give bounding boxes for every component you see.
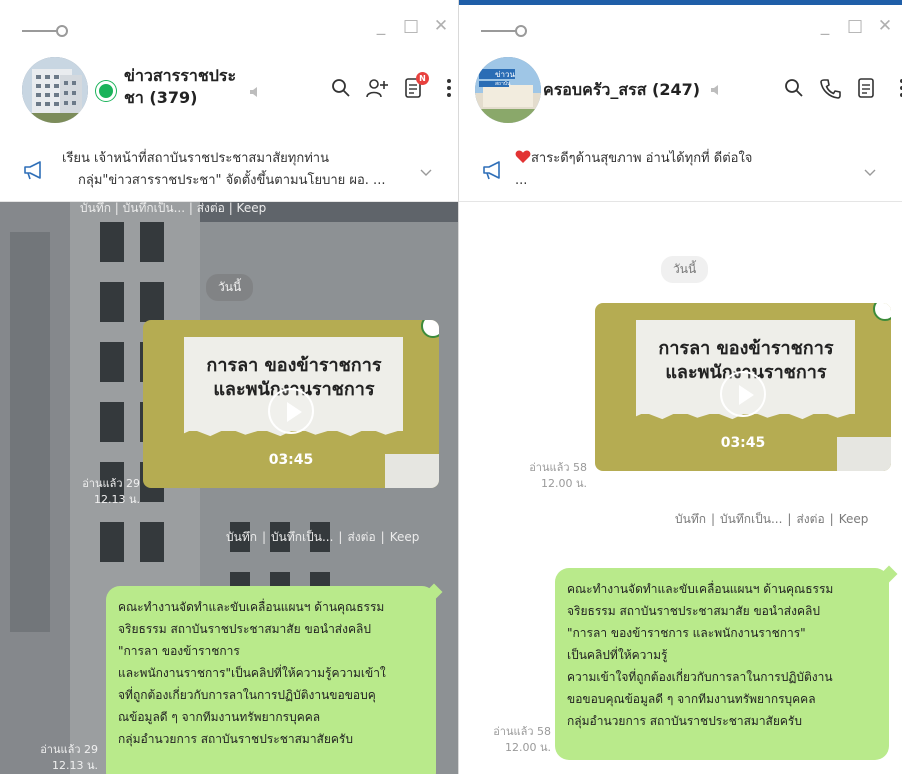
title-bar: _ □ ✕	[0, 5, 458, 51]
chat-header: ข่าวน สถาบัน ครอบครัว_สรส (247)	[459, 51, 902, 135]
slider-icon[interactable]	[22, 25, 70, 37]
title-bar: _ □ ✕	[459, 5, 902, 51]
close-button[interactable]: ✕	[432, 17, 450, 35]
forward-link[interactable]: ส่งต่อ	[796, 512, 824, 526]
chat-window-right: _ □ ✕ ข่าวน สถาบัน ครอบครัว_สรส (247) สา…	[458, 0, 902, 774]
video-read-receipt: อ่านแล้ว 29 12.13 น.	[82, 477, 140, 506]
chevron-down-icon[interactable]	[864, 166, 876, 178]
chat-name[interactable]: ข่าวสารราชประ ชา (379)	[124, 65, 236, 109]
minimize-button[interactable]: _	[816, 17, 834, 35]
message-area[interactable]: วันนี้ การลา ของข้าราชการ และพนักงานราชก…	[459, 202, 902, 774]
add-friend-icon[interactable]	[366, 77, 388, 99]
keep-link[interactable]: Keep	[839, 512, 869, 526]
announcement-line-1: เรียน เจ้าหน้าที่สถาบันราชประชาสมาสัยทุก…	[62, 151, 329, 166]
maximize-button[interactable]: □	[846, 17, 864, 35]
more-icon[interactable]	[438, 77, 451, 99]
close-button[interactable]: ✕	[876, 17, 894, 35]
announcement-line-2: ...	[515, 173, 528, 188]
notes-icon[interactable]	[855, 77, 877, 99]
chat-name[interactable]: ครอบครัว_สรส (247)	[543, 79, 700, 101]
chevron-down-icon[interactable]	[420, 166, 432, 178]
minimize-button[interactable]: _	[372, 17, 390, 35]
slider-icon[interactable]	[481, 25, 529, 37]
chat-window-left: _ □ ✕ ข่าวสารราชประ ชา (379) N เรียน เจ้…	[0, 0, 458, 774]
video-action-links: บันทึก | บันทึกเป็น... | ส่งต่อ | Keep	[226, 530, 420, 544]
mute-speaker-icon[interactable]	[248, 85, 262, 99]
mute-speaker-icon[interactable]	[709, 83, 723, 97]
video-message[interactable]: การลา ของข้าราชการ และพนักงานราชการ 03:4…	[595, 303, 891, 471]
message-area[interactable]: บันทึก | บันทึกเป็น... | ส่งต่อ | Keep ว…	[0, 202, 458, 774]
save-as-link[interactable]: บันทึกเป็น...	[720, 512, 782, 526]
group-photo-image	[475, 57, 541, 123]
notes-badge: N	[416, 72, 429, 85]
message-read-receipt: อ่านแล้ว 29 12.13 น.	[40, 743, 98, 772]
group-avatar[interactable]	[22, 57, 88, 123]
save-link[interactable]: บันทึก	[675, 512, 706, 526]
more-icon[interactable]	[891, 77, 902, 99]
video-action-links: บันทึก | บันทึกเป็น... | ส่งต่อ | Keep	[675, 512, 869, 526]
announcement-bar[interactable]: สาระดีๆด้านสุขภาพ อ่านได้ทุกที่ ดีต่อใจ …	[459, 136, 902, 202]
phone-icon[interactable]	[819, 77, 841, 99]
video-message[interactable]: การลา ของข้าราชการ และพนักงานราชการ 03:4…	[143, 320, 439, 488]
date-separator: วันนี้	[661, 256, 709, 283]
keep-link[interactable]: Keep	[390, 530, 420, 544]
play-icon[interactable]	[720, 370, 766, 417]
video-read-receipt: อ่านแล้ว 58 12.00 น.	[529, 461, 587, 490]
search-icon[interactable]	[783, 77, 805, 99]
text-message[interactable]: คณะทำงานจัดทำและขับเคลื่อนแผนฯ ด้านคุณธร…	[106, 586, 436, 774]
online-status-icon	[96, 81, 116, 101]
play-icon[interactable]	[268, 387, 314, 434]
announcement-bar[interactable]: เรียน เจ้าหน้าที่สถาบันราชประชาสมาสัยทุก…	[0, 136, 458, 202]
building-image	[22, 57, 88, 123]
top-action-links[interactable]: บันทึก | บันทึกเป็น... | ส่งต่อ | Keep	[80, 202, 266, 218]
group-avatar[interactable]: ข่าวน สถาบัน	[475, 57, 541, 123]
maximize-button[interactable]: □	[402, 17, 420, 35]
organization-logo-icon	[873, 303, 891, 321]
announcement-line-2: กลุ่ม"ข่าวสารราชประชา" จัดตั้งขึ้นตามนโย…	[78, 173, 386, 188]
organization-logo-icon	[421, 320, 439, 338]
announcement-line-1: สาระดีๆด้านสุขภาพ อ่านได้ทุกที่ ดีต่อใจ	[515, 148, 862, 170]
save-link[interactable]: บันทึก	[226, 530, 257, 544]
message-read-receipt: อ่านแล้ว 58 12.00 น.	[493, 725, 551, 754]
heart-icon	[515, 150, 531, 163]
search-icon[interactable]	[330, 77, 352, 99]
chat-header: ข่าวสารราชประ ชา (379) N	[0, 51, 458, 135]
thumbnail-corner	[385, 454, 439, 488]
avatar-caption-2: สถาบัน	[495, 81, 511, 87]
forward-link[interactable]: ส่งต่อ	[347, 530, 375, 544]
megaphone-icon	[24, 161, 41, 180]
megaphone-icon	[483, 161, 500, 180]
thumbnail-corner	[837, 437, 891, 471]
date-separator: วันนี้	[206, 274, 254, 301]
notes-icon[interactable]: N	[402, 72, 429, 99]
save-as-link[interactable]: บันทึกเป็น...	[271, 530, 333, 544]
text-message[interactable]: คณะทำงานจัดทำและขับเคลื่อนแผนฯ ด้านคุณธร…	[555, 568, 889, 760]
